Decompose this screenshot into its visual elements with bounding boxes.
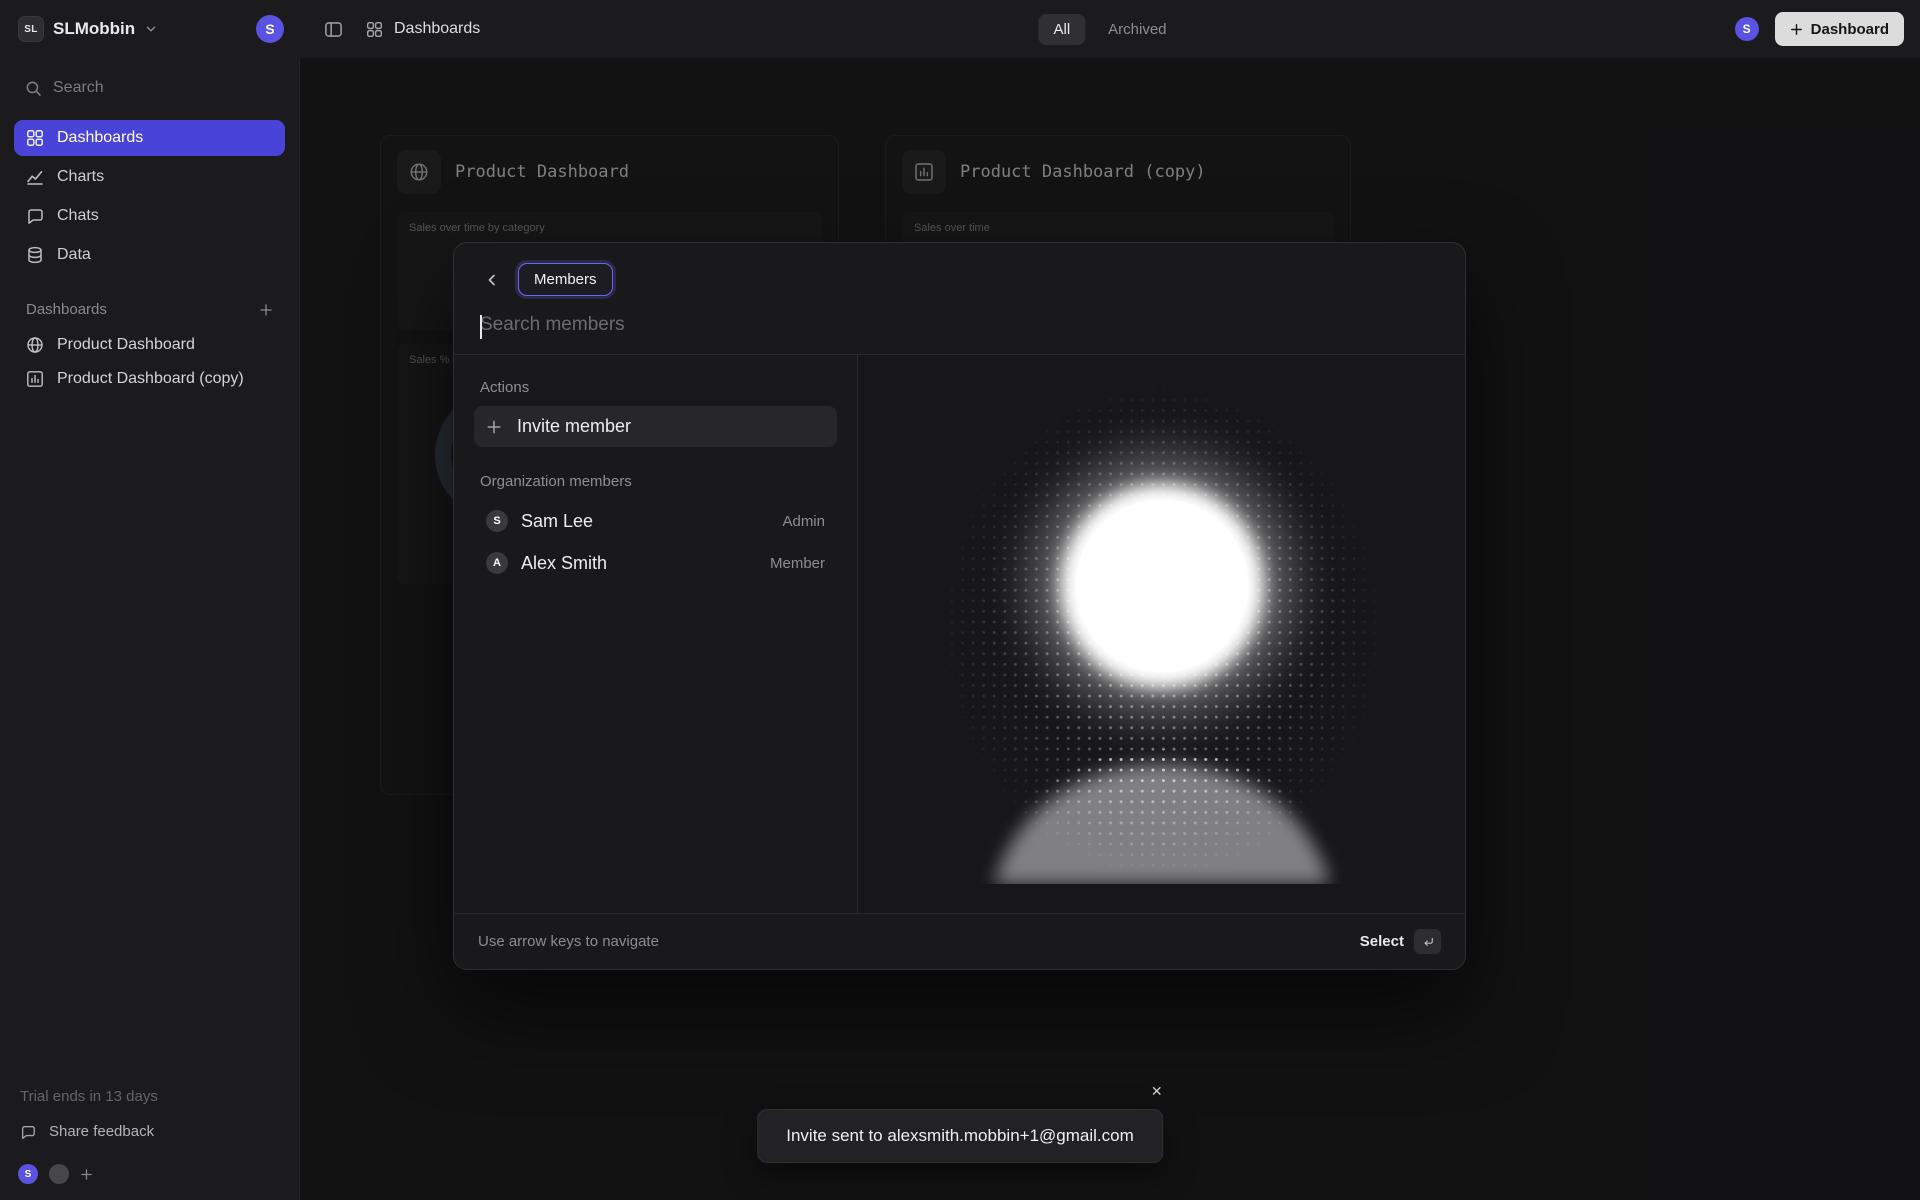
workspace-avatar[interactable]: S [256,15,284,43]
modal-header: Members [454,243,1465,306]
grid-icon [26,129,44,147]
workspace-initials-badge: SL [18,16,44,42]
sidebar-item-charts[interactable]: Charts [14,159,285,195]
invite-member-action[interactable]: Invite member [474,406,837,447]
select-label: Select [1359,933,1404,950]
user-avatar[interactable]: S [1734,17,1759,41]
bar-chart-icon [26,370,44,388]
member-row-sam-lee[interactable]: S Sam Lee Admin [474,500,837,542]
chart-line-icon [26,168,44,186]
toast-container: ✕ Invite sent to alexsmith.mobbin+1@gmai… [757,1083,1163,1163]
add-dashboard-icon[interactable] [259,303,273,317]
database-icon [26,246,44,264]
topbar: SL SLMobbin S Dashboards All Archived S [0,0,1920,58]
feedback-bubble-icon [20,1124,38,1140]
sidebar-dashboard-label: Product Dashboard [57,336,195,353]
members-modal: Members Actions Invite member Organizati… [453,242,1466,970]
invite-sent-toast: Invite sent to alexsmith.mobbin+1@gmail.… [757,1109,1163,1163]
sidebar-footer: Trial ends in 13 days Share feedback S [16,1088,283,1184]
sidebar-item-data[interactable]: Data [14,237,285,273]
panel-toggle-icon [324,20,343,39]
share-feedback-label: Share feedback [49,1123,155,1140]
archive-filter-tabs: All Archived [1038,13,1181,45]
plus-icon [486,419,504,435]
sidebar-item-dashboards[interactable]: Dashboards [14,120,285,156]
add-member-icon[interactable] [80,1168,93,1181]
new-dashboard-button[interactable]: Dashboard [1774,12,1904,46]
chevron-left-icon [484,272,500,288]
back-button[interactable] [478,266,506,294]
sidebar-item-label: Chats [57,207,99,224]
member-row-alex-smith[interactable]: A Alex Smith Member [474,542,837,584]
sidebar: Dashboards Charts Chats Data Dashboards … [0,58,300,1200]
member-role: Admin [782,512,825,530]
chevron-down-icon [144,22,158,36]
search-input[interactable] [53,79,274,97]
workspace-switcher[interactable]: SL SLMobbin S [0,0,300,58]
tab-archived[interactable]: Archived [1093,14,1181,45]
toast-close-button[interactable]: ✕ [1145,1079,1169,1103]
tab-all[interactable]: All [1038,13,1086,45]
globe-icon [26,336,44,354]
sidebar-item-chats[interactable]: Chats [14,198,285,234]
halftone-avatar-image [935,384,1388,884]
topbar-main: Dashboards All Archived S Dashboard [300,0,1920,58]
workspace-name: SLMobbin [53,19,136,38]
sidebar-search[interactable] [14,70,285,106]
dashboards-section-header: Dashboards [26,301,273,318]
member-name: Alex Smith [521,552,608,573]
member-avatar: A [486,552,508,574]
sidebar-avatar-row: S [18,1164,281,1184]
sidebar-dashboard-product-dashboard[interactable]: Product Dashboard [14,328,285,362]
member-name: Sam Lee [521,510,594,531]
members-filter-badge[interactable]: Members [518,263,613,296]
sidebar-dashboard-product-dashboard-copy[interactable]: Product Dashboard (copy) [14,362,285,396]
breadcrumb-label: Dashboards [394,20,481,37]
members-group-title: Organization members [480,473,632,490]
member-role: Member [769,554,825,572]
members-search[interactable] [454,306,1465,355]
modal-body: Actions Invite member Organization membe… [454,355,1465,913]
enter-key-icon [1414,929,1441,954]
plus-icon [1790,23,1803,36]
navigation-hint: Use arrow keys to navigate [478,933,659,950]
footer-member-avatar[interactable] [49,1164,69,1184]
share-feedback-button[interactable]: Share feedback [20,1123,279,1140]
member-avatar: S [486,510,508,532]
sidebar-item-label: Charts [57,168,105,185]
dashboards-section-title: Dashboards [26,301,107,318]
breadcrumb[interactable]: Dashboards [366,20,480,38]
topbar-right: S Dashboard [1734,12,1904,46]
members-search-input[interactable] [480,314,1439,336]
new-dashboard-button-label: Dashboard [1810,20,1889,38]
sidebar-dashboard-label: Product Dashboard (copy) [57,370,244,387]
select-hint: Select [1360,929,1441,954]
footer-user-avatar[interactable]: S [18,1164,38,1184]
trial-note: Trial ends in 13 days [20,1088,158,1105]
search-icon [25,80,42,97]
modal-footer: Use arrow keys to navigate Select [454,913,1465,969]
members-list: Actions Invite member Organization membe… [454,355,858,913]
member-preview-panel [858,355,1465,913]
invite-member-label: Invite member [517,416,632,436]
actions-group-title: Actions [480,379,530,396]
dashboards-grid-icon [366,21,383,38]
text-caret [480,315,482,339]
sidebar-item-label: Dashboards [57,129,144,146]
chat-bubble-icon [26,207,44,225]
sidebar-toggle-button[interactable] [316,12,350,46]
sidebar-item-label: Data [57,246,91,263]
